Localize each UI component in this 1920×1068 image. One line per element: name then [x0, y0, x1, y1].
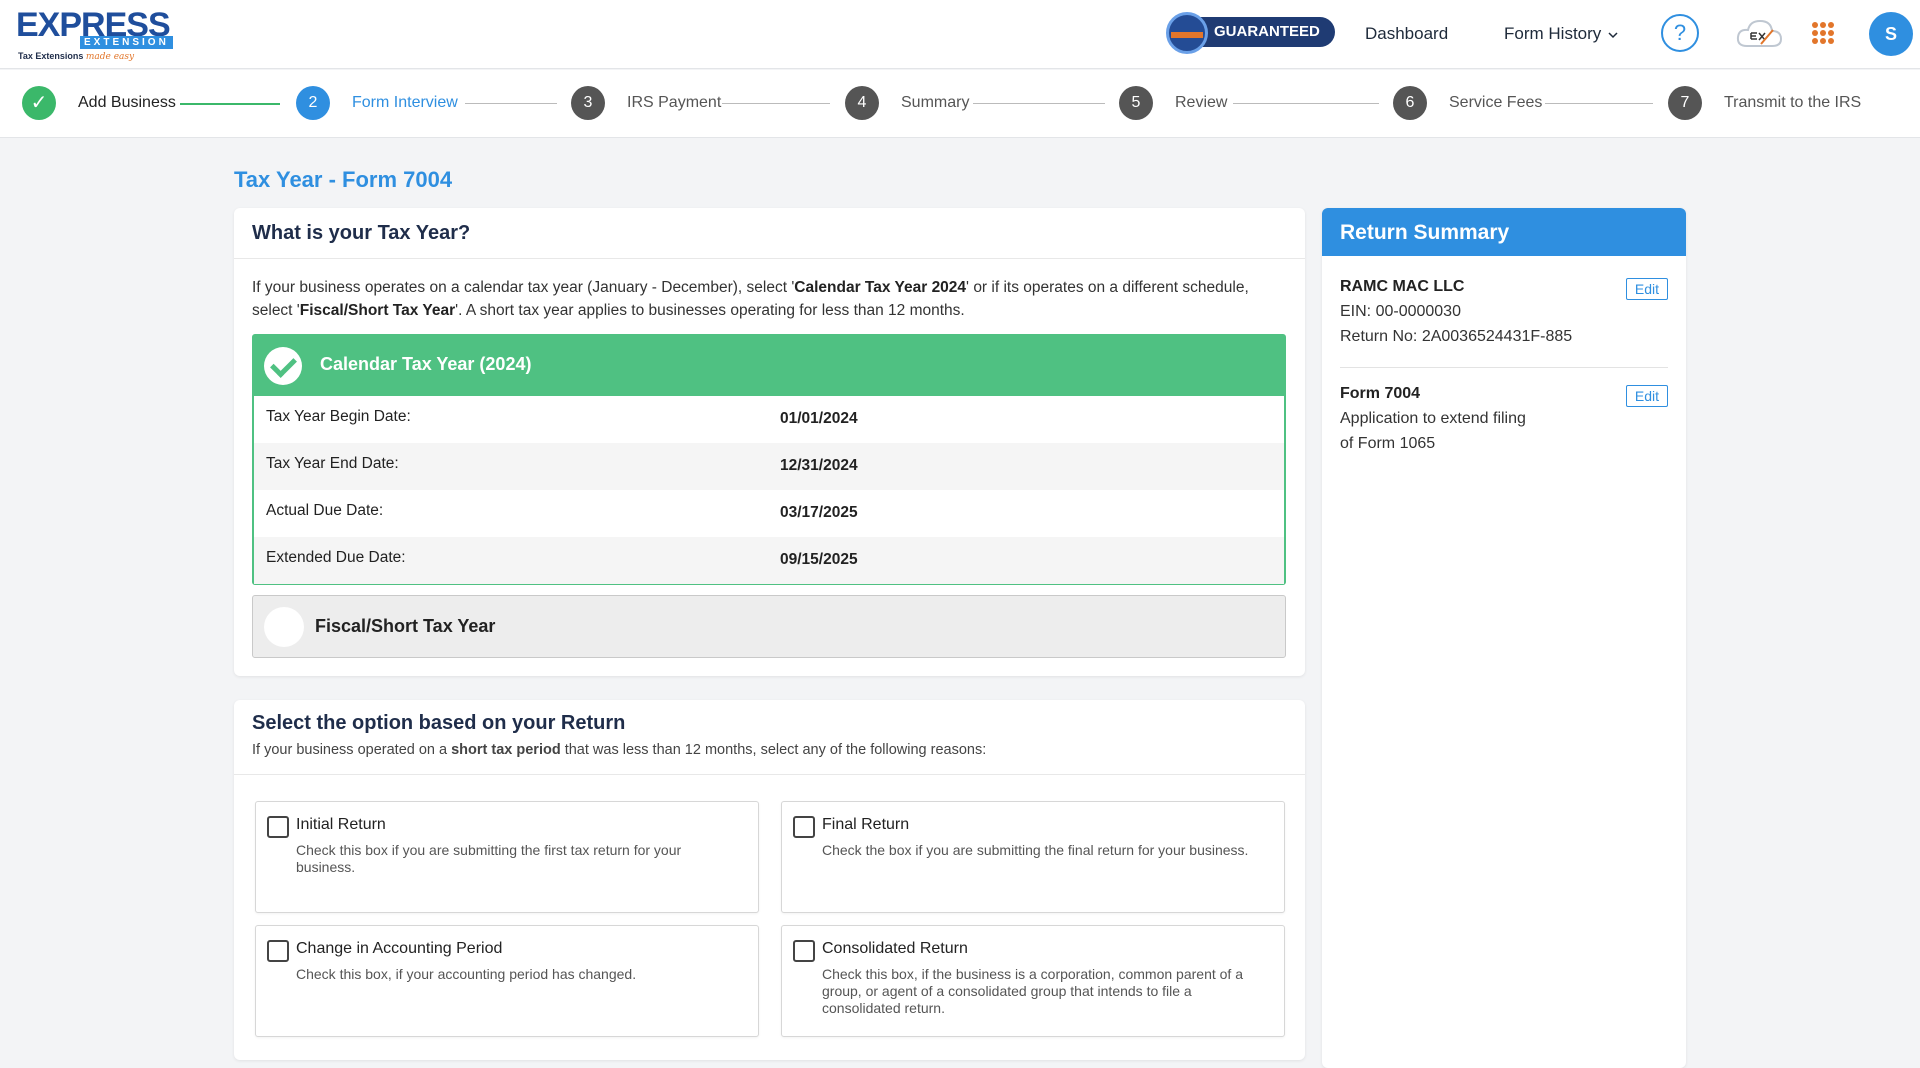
- edit-business-button[interactable]: Edit: [1625, 278, 1668, 300]
- step-connector: [722, 103, 830, 104]
- nav-dashboard[interactable]: Dashboard: [1365, 24, 1448, 44]
- step-connector: [1233, 103, 1379, 104]
- step-label: Transmit to the IRS: [1724, 94, 1862, 111]
- calendar-tax-year-option[interactable]: Calendar Tax Year (2024) Tax Year Begin …: [252, 334, 1286, 585]
- return-number: Return No: 2A0036524431F-885: [1340, 328, 1573, 345]
- tax-year-description: If your business operates on a calendar …: [252, 279, 1249, 319]
- step-label: Summary: [901, 94, 970, 111]
- business-name: RAMC MAC LLC: [1340, 278, 1465, 295]
- summary-business-block: RAMC MAC LLC EIN: 00-0000030 Return No: …: [1340, 278, 1668, 346]
- express-extension-logo[interactable]: EXPRESS EXTENSION Tax Extensions made ea…: [16, 6, 173, 64]
- return-summary-heading: Return Summary: [1322, 208, 1686, 256]
- return-summary-panel: Return Summary RAMC MAC LLC EIN: 00-0000…: [1322, 208, 1686, 1068]
- option-title: Change in Accounting Period: [296, 940, 503, 957]
- option-title: Consolidated Return: [822, 940, 968, 957]
- logo-tagline: Tax Extensions: [18, 51, 84, 61]
- apps-grid-icon[interactable]: [1812, 22, 1834, 44]
- return-option-card: Select the option based on your Return I…: [234, 700, 1305, 1060]
- step-number: 6: [1393, 86, 1427, 120]
- step-number: 5: [1119, 86, 1153, 120]
- option-consolidated-return[interactable]: Consolidated Return Check this box, if t…: [781, 925, 1285, 1037]
- calendar-tax-year-label: Calendar Tax Year (2024): [320, 354, 532, 374]
- step-number: 4: [845, 86, 879, 120]
- top-header: EXPRESS EXTENSION Tax Extensions made ea…: [0, 0, 1920, 69]
- step-review: 5 Review: [1119, 86, 1227, 120]
- summary-form-block: Form 7004 Application to extend filing o…: [1340, 385, 1668, 453]
- option-change-accounting-period[interactable]: Change in Accounting Period Check this b…: [255, 925, 759, 1037]
- step-check-icon: ✓: [22, 86, 56, 120]
- option-title: Initial Return: [296, 816, 386, 833]
- nav-form-history-label: Form History: [1504, 24, 1602, 43]
- checkbox[interactable]: [267, 940, 289, 962]
- return-option-subtitle: If your business operated on a short tax…: [252, 742, 987, 758]
- logo-sub-text: EXTENSION: [80, 36, 173, 49]
- step-label: Review: [1175, 94, 1228, 111]
- tax-year-heading: What is your Tax Year?: [252, 222, 471, 244]
- date-row-actual-due: Actual Due Date: 03/17/2025: [266, 502, 858, 521]
- date-row-end: Tax Year End Date: 12/31/2024: [254, 443, 1284, 490]
- form-description-line-2: of Form 1065: [1340, 435, 1436, 452]
- step-label: Form Interview: [352, 94, 458, 111]
- divider: [1340, 367, 1668, 368]
- progress-stepper: ✓ Add Business 2 Form Interview 3 IRS Pa…: [0, 70, 1920, 138]
- step-number: 7: [1668, 86, 1702, 120]
- step-label: Add Business: [78, 94, 176, 111]
- form-name: Form 7004: [1340, 385, 1421, 402]
- option-final-return[interactable]: Final Return Check the box if you are su…: [781, 801, 1285, 913]
- option-description: Check the box if you are submitting the …: [822, 842, 1249, 858]
- step-transmit: 7 Transmit to the IRS: [1668, 86, 1861, 120]
- option-initial-return[interactable]: Initial Return Check this box if you are…: [255, 801, 759, 913]
- user-avatar[interactable]: S: [1869, 12, 1913, 56]
- fiscal-short-tax-year-label: Fiscal/Short Tax Year: [315, 616, 496, 636]
- checkbox[interactable]: [267, 816, 289, 838]
- step-label: Service Fees: [1449, 94, 1543, 111]
- option-description: Check this box, if the business is a cor…: [822, 966, 1243, 1016]
- option-description: Check this box, if your accounting perio…: [296, 966, 637, 982]
- checkbox[interactable]: [793, 940, 815, 962]
- logo-tagline-script: made easy: [85, 52, 135, 62]
- step-connector: [1545, 103, 1653, 104]
- edit-form-button[interactable]: Edit: [1625, 385, 1668, 407]
- help-icon[interactable]: ?: [1661, 14, 1699, 52]
- option-title: Final Return: [822, 816, 910, 833]
- radio-circle-icon[interactable]: [264, 607, 304, 647]
- guaranteed-label: GUARANTEED: [1214, 23, 1320, 40]
- checkbox[interactable]: [793, 816, 815, 838]
- divider: [234, 258, 1305, 259]
- step-summary: 4 Summary: [845, 86, 969, 120]
- form-description-line-1: Application to extend filing: [1340, 410, 1526, 427]
- business-ein: EIN: 00-0000030: [1340, 303, 1461, 320]
- step-number: 3: [571, 86, 605, 120]
- return-option-heading: Select the option based on your Return: [252, 712, 626, 734]
- step-add-business[interactable]: ✓ Add Business: [22, 86, 176, 120]
- step-connector: [465, 103, 557, 104]
- date-row-extended-due: Extended Due Date: 09/15/2025: [254, 537, 1284, 584]
- tax-year-card: What is your Tax Year? If your business …: [234, 208, 1305, 676]
- step-label: IRS Payment: [627, 94, 722, 111]
- guaranteed-badge: GUARANTEED: [1166, 12, 1335, 54]
- step-number: 2: [296, 86, 330, 120]
- step-connector: [973, 103, 1105, 104]
- check-circle-icon: [264, 347, 302, 385]
- step-connector: [180, 103, 280, 105]
- seal-icon: [1166, 12, 1208, 54]
- option-description: Check this box if you are submitting the…: [296, 842, 682, 875]
- page-title: Tax Year - Form 7004: [234, 167, 453, 192]
- step-form-interview[interactable]: 2 Form Interview: [296, 86, 458, 120]
- divider: [234, 774, 1305, 775]
- nav-form-history[interactable]: Form History: [1504, 24, 1618, 44]
- chevron-down-icon: [1608, 31, 1618, 38]
- step-service-fees: 6 Service Fees: [1393, 86, 1542, 120]
- cloud-sync-icon[interactable]: [1735, 18, 1783, 50]
- date-row-begin: Tax Year Begin Date: 01/01/2024: [266, 408, 858, 427]
- fiscal-short-tax-year-option[interactable]: Fiscal/Short Tax Year: [252, 595, 1286, 658]
- step-irs-payment: 3 IRS Payment: [571, 86, 721, 120]
